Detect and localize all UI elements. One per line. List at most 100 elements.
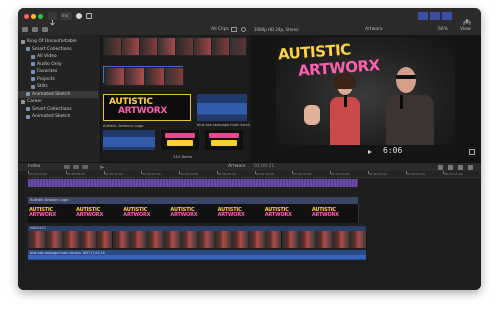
clip-logo-small-2[interactable] (205, 130, 243, 150)
check-icon[interactable] (86, 13, 92, 19)
items-count: 241 Items (173, 154, 193, 159)
library-item[interactable]: Projects (18, 76, 98, 83)
library-item[interactable]: Stills (18, 83, 98, 90)
library-item[interactable]: Animated Sketch (18, 90, 98, 98)
video-clip-frame (28, 231, 46, 248)
library-item-label: King Of Unconfortable (27, 39, 77, 44)
solo-icon[interactable] (458, 165, 463, 170)
insert-icon[interactable] (73, 165, 79, 169)
ruler-tick-label: 00:00:40:00 (331, 172, 350, 176)
layout-browser-button[interactable] (418, 12, 428, 20)
video-clip-frame (281, 231, 300, 248)
event-icon (26, 114, 30, 119)
video-clip-frame (61, 231, 80, 248)
viewer-timecode: 6:06 (383, 146, 403, 155)
clip-audio-thumbnail[interactable] (197, 94, 247, 121)
index-button[interactable]: Index (28, 164, 40, 169)
clip-logo-thumbnail[interactable]: AUTISTIC ARTWORX (103, 94, 191, 121)
title-clip-frame: AUTISTIC ARTWORX (263, 204, 312, 223)
library-item[interactable]: Smart Collections (18, 46, 98, 53)
ruler-tick-label: 00:00:05:00 (66, 172, 86, 176)
layout-timeline-button[interactable] (430, 12, 440, 20)
format-label: 1080p HD 24p, Stereo (254, 27, 299, 32)
library-icon[interactable] (22, 27, 28, 32)
primary-storyline-band[interactable] (28, 179, 358, 187)
person-woman (326, 73, 364, 145)
zoom-dropdown[interactable]: 66% (438, 27, 448, 32)
video-clip-frame (332, 231, 351, 248)
timeline-project-label[interactable]: Artworx (228, 164, 246, 169)
audio-clip[interactable]: blue sea seascape main version 180717-00… (28, 250, 366, 260)
zoom-window-button[interactable] (38, 14, 43, 19)
timeline: 00:00:00:00 00:00:05:00 00:00:10:00 00:00:1… (18, 171, 481, 290)
app-window: Inx All Clips King Of Unconfortable Smart… (18, 8, 481, 290)
fullscreen-icon[interactable] (469, 149, 475, 155)
append-icon[interactable] (64, 165, 70, 169)
clip-wave-2[interactable] (103, 130, 155, 150)
toolbar: Inx (18, 8, 481, 27)
select-tool-icon[interactable] (100, 165, 105, 170)
library-item-label: Stills (37, 84, 48, 89)
layout-inspector-button[interactable] (442, 12, 452, 20)
play-button[interactable] (368, 150, 372, 154)
title-clip[interactable]: AUTISTIC ARTWORX AUTISTIC ARTWORX AUTISTIC AR… (28, 204, 359, 223)
clip-filmstrip-2[interactable] (103, 66, 184, 86)
filmstrip-view-icon[interactable] (231, 27, 237, 32)
snapping-icon[interactable] (468, 165, 473, 170)
library-item[interactable]: Audio Only (18, 61, 98, 68)
library-item[interactable]: All Video (18, 53, 98, 60)
title-clip-frame: AUTISTIC ARTWORX (310, 204, 359, 223)
video-clip-frame (44, 231, 63, 248)
clips-filter[interactable]: All Clips (211, 27, 229, 32)
browser-grid: AUTISTIC ARTWORX Autistic Artworx Logo b… (101, 35, 261, 162)
view-dropdown[interactable]: View (460, 27, 471, 32)
folder-icon (26, 107, 30, 111)
person-man (382, 67, 438, 145)
minimize-window-button[interactable] (31, 14, 36, 19)
timeline-ruler[interactable]: 00:00:00:00 00:00:05:00 00:00:10:00 00:00:1… (28, 171, 481, 178)
video-clip-frame (264, 231, 283, 248)
video-clip-frame (298, 231, 317, 248)
ruler-tick-label: 00:00:30:00 (255, 172, 274, 176)
library-item[interactable]: Career (18, 98, 98, 105)
ruler-tick-label: 00:00:45:00 (368, 172, 388, 176)
library-item[interactable]: King Of Unconfortable (18, 38, 98, 45)
logo-tile-line2: ARTWORX (170, 212, 198, 218)
video-clip-frame (230, 231, 249, 248)
title-clip-label-bar[interactable]: Autistic Artworx Logo (28, 197, 358, 204)
library-icon (21, 99, 25, 104)
video-clip-label: IS8A5457 (30, 226, 46, 230)
logo-tile-line2: ARTWORX (76, 212, 104, 218)
library-item[interactable]: Favorites (18, 68, 98, 75)
library-item-label: Favorites (37, 69, 58, 74)
video-clip[interactable] (28, 231, 367, 248)
hand-gesture (304, 105, 320, 125)
mode-button[interactable]: Inx (60, 12, 72, 20)
video-clip-frame (129, 231, 148, 248)
folder-icon (26, 47, 30, 51)
clip-logo-small-1[interactable] (161, 130, 199, 150)
key-icon[interactable] (76, 13, 82, 19)
library-item[interactable]: Smart Collections (18, 106, 98, 113)
audio-skimming-icon[interactable] (448, 165, 453, 170)
skimming-icon[interactable] (438, 165, 443, 170)
close-window-button[interactable] (24, 14, 29, 19)
title-clip-frame: AUTISTIC ARTWORX (216, 204, 265, 223)
viewer-frame[interactable]: AUTISTIC ARTWORX (276, 37, 455, 145)
library-button[interactable] (48, 12, 57, 26)
share-icon[interactable] (463, 12, 471, 27)
titles-icon[interactable] (42, 27, 48, 32)
library-item-label: Smart Collections (32, 46, 72, 52)
library-item-label: All Video (37, 54, 57, 59)
library-item[interactable]: Animated Sketch (18, 113, 98, 120)
clip-filmstrip[interactable] (103, 37, 247, 56)
search-icon[interactable] (241, 27, 246, 32)
ruler-tick-label: 00:00:15:00 (142, 172, 161, 176)
logo-tile-line2: ARTWORX (123, 212, 151, 218)
library-item-label: Career (27, 99, 43, 104)
video-icon (31, 54, 35, 59)
star-icon (31, 69, 35, 74)
overwrite-icon[interactable] (82, 165, 88, 169)
viewer: AUTISTIC ARTWORX 6:06 (250, 35, 481, 162)
photos-icon[interactable] (32, 27, 38, 32)
